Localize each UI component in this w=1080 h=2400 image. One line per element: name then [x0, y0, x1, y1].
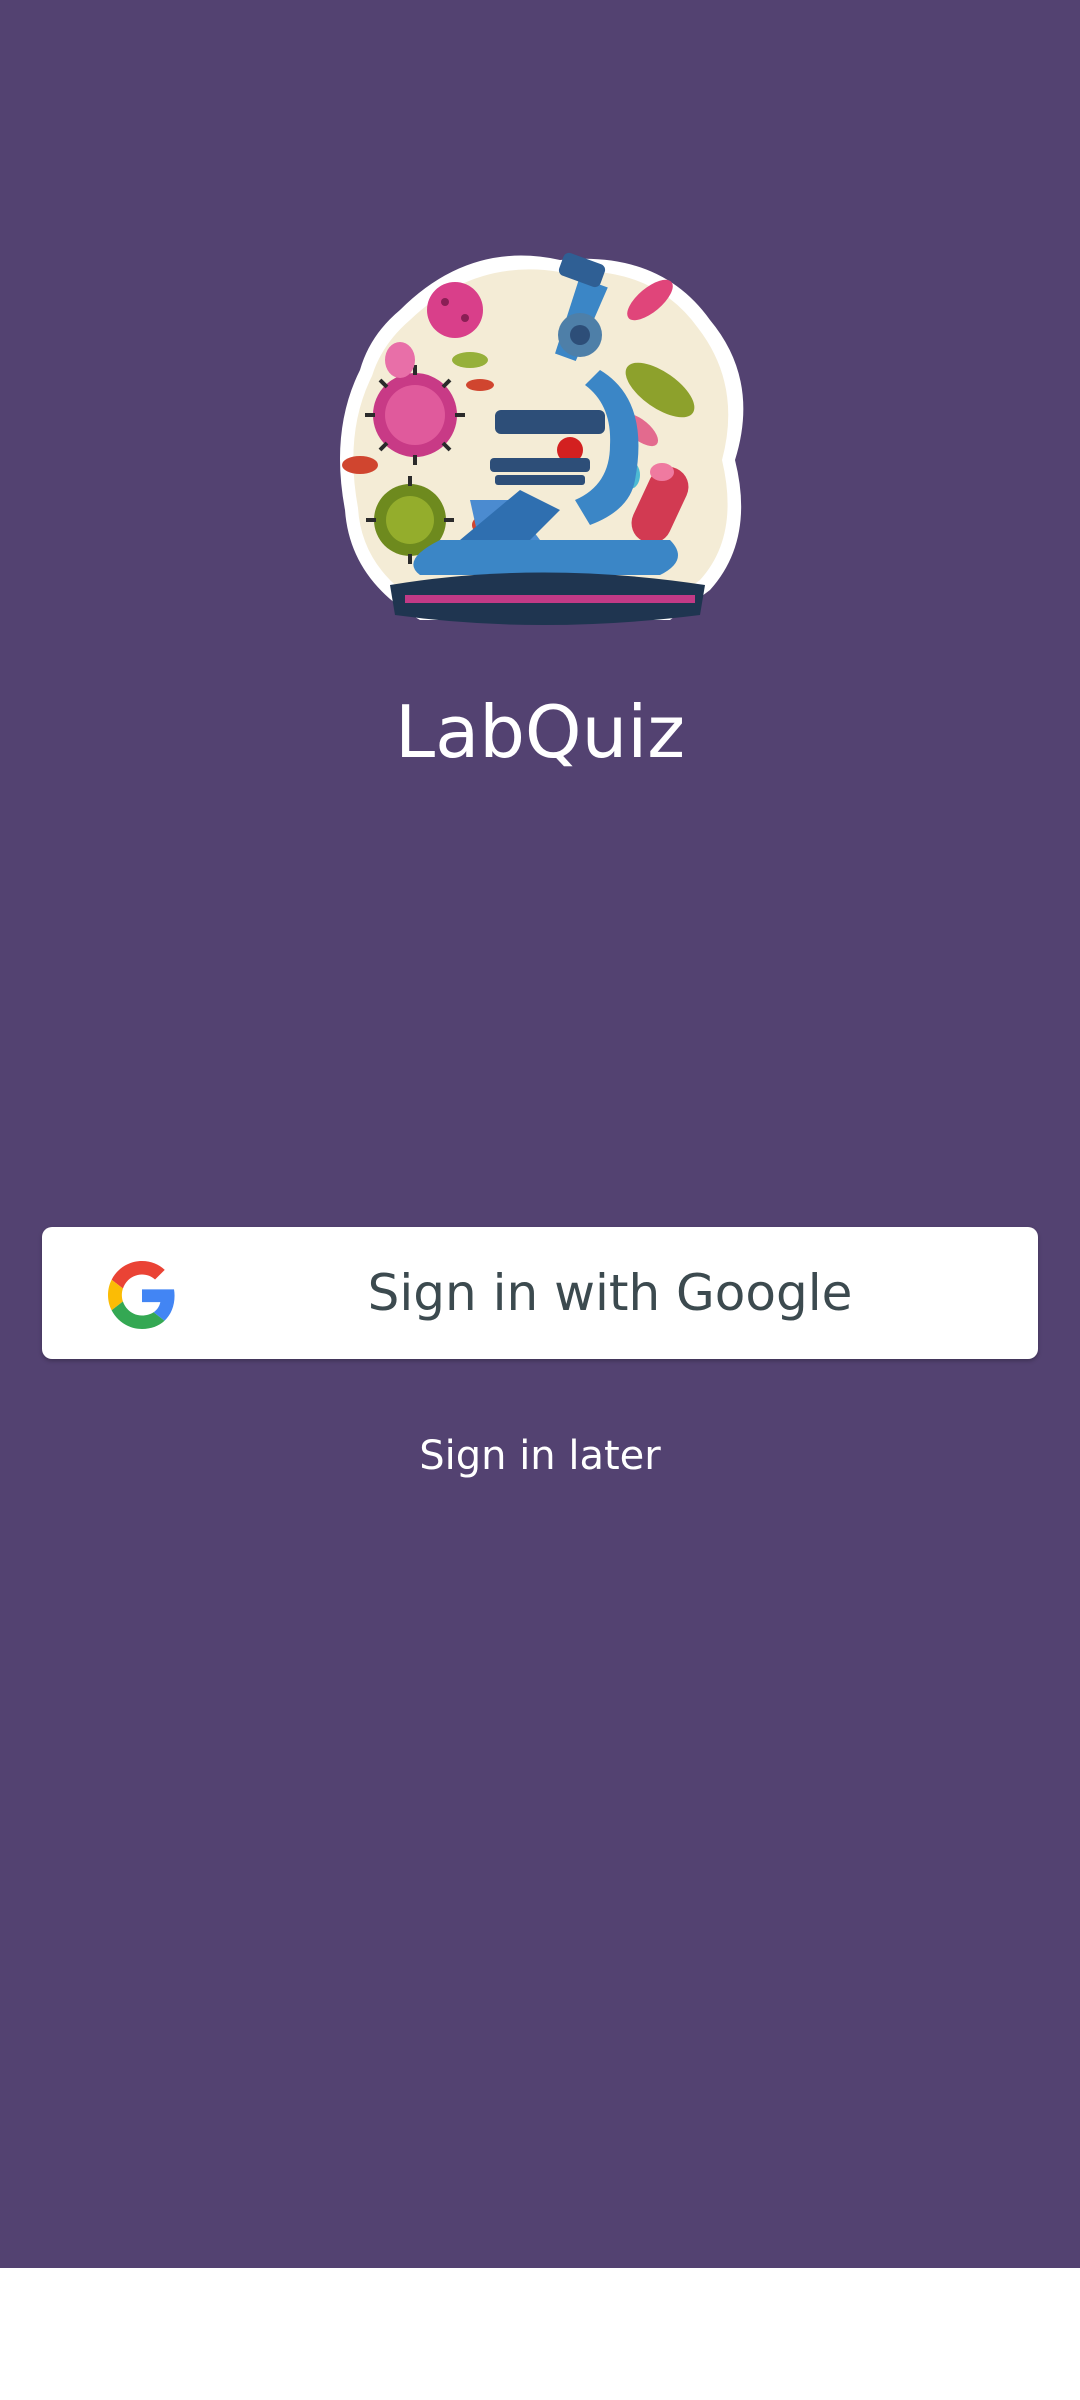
microscope-logo-icon	[340, 252, 744, 625]
login-screen: LabQuiz Sign in with Google Sign in late…	[0, 0, 1080, 2268]
sign-in-later-link[interactable]: Sign in later	[0, 1420, 1080, 1492]
google-sign-in-button[interactable]: Sign in with Google	[42, 1227, 1038, 1359]
app-title: LabQuiz	[394, 690, 686, 774]
google-g-icon	[108, 1261, 175, 1329]
system-bottom-bar	[0, 2268, 1080, 2400]
google-sign-in-label: Sign in with Google	[367, 1264, 853, 1322]
